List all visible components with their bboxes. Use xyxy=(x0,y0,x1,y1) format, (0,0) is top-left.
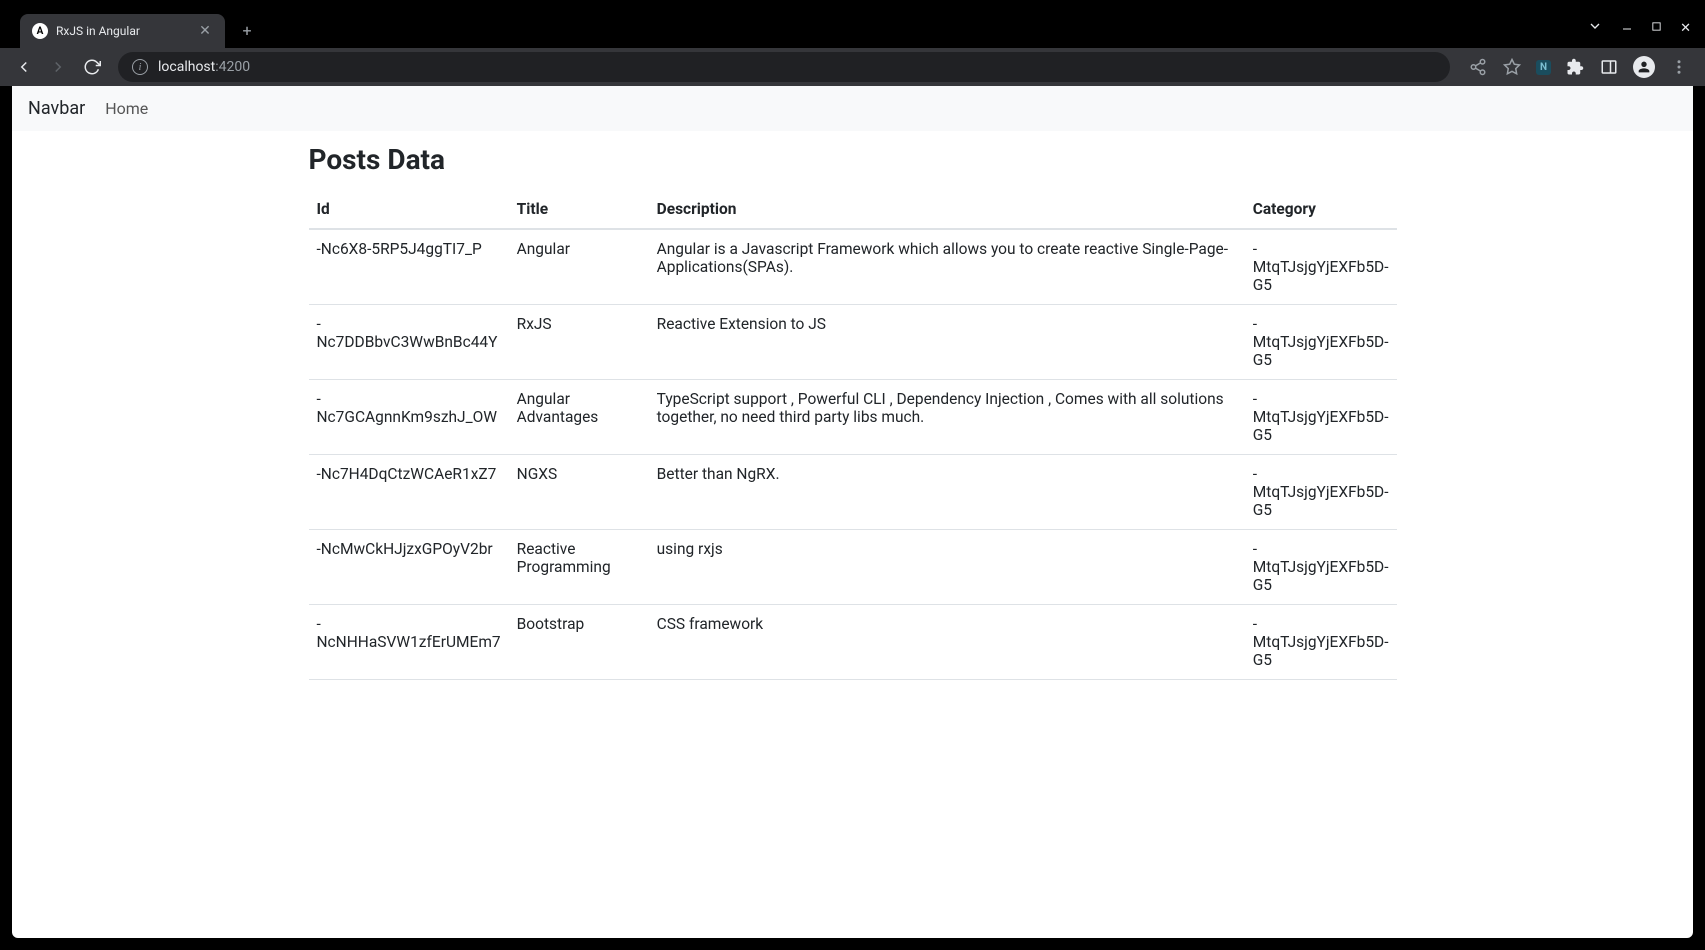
posts-table: Id Title Description Category -Nc6X8-5RP… xyxy=(309,190,1397,680)
chevron-down-icon[interactable] xyxy=(1587,18,1603,38)
close-window-icon[interactable]: ✕ xyxy=(1680,21,1691,36)
cell-id: -Nc7DDBbvC3WwBnBc44Y xyxy=(309,305,509,380)
cell-category: -MtqTJsjgYjEXFb5D-G5 xyxy=(1245,530,1397,605)
table-header-row: Id Title Description Category xyxy=(309,190,1397,229)
table-row: -Nc7GCAgnnKm9szhJ_OWAngular AdvantagesTy… xyxy=(309,380,1397,455)
header-title: Title xyxy=(509,190,649,229)
cell-category: -MtqTJsjgYjEXFb5D-G5 xyxy=(1245,380,1397,455)
share-icon[interactable] xyxy=(1468,57,1488,77)
minimize-icon[interactable] xyxy=(1621,20,1633,36)
navbar-brand[interactable]: Navbar xyxy=(28,98,85,119)
bookmark-icon[interactable] xyxy=(1502,57,1522,77)
cell-description: Reactive Extension to JS xyxy=(649,305,1245,380)
cell-description: using rxjs xyxy=(649,530,1245,605)
profile-avatar-icon[interactable] xyxy=(1633,56,1655,78)
url-text: localhost:4200 xyxy=(158,59,250,75)
back-button[interactable] xyxy=(10,53,38,81)
site-info-icon[interactable]: i xyxy=(132,59,148,75)
cell-title: NGXS xyxy=(509,455,649,530)
cell-category: -MtqTJsjgYjEXFb5D-G5 xyxy=(1245,455,1397,530)
header-id: Id xyxy=(309,190,509,229)
cell-title: RxJS xyxy=(509,305,649,380)
address-bar[interactable]: i localhost:4200 xyxy=(118,52,1450,82)
table-row: -NcNHHaSVW1zfErUMEm7BootstrapCSS framewo… xyxy=(309,605,1397,680)
cell-description: Angular is a Javascript Framework which … xyxy=(649,229,1245,305)
cell-id: -NcMwCkHJjzxGPOyV2br xyxy=(309,530,509,605)
cell-title: Angular xyxy=(509,229,649,305)
page-title: Posts Data xyxy=(309,143,1397,176)
reload-button[interactable] xyxy=(78,53,106,81)
extensions-icon[interactable] xyxy=(1565,57,1585,77)
extension-badge-icon[interactable]: N xyxy=(1536,60,1551,75)
nav-link-home[interactable]: Home xyxy=(105,99,148,118)
page-container: Posts Data Id Title Description Category… xyxy=(293,131,1413,692)
maximize-icon[interactable] xyxy=(1651,21,1662,36)
cell-title: Angular Advantages xyxy=(509,380,649,455)
table-row: -Nc7DDBbvC3WwBnBc44YRxJSReactive Extensi… xyxy=(309,305,1397,380)
cell-title: Bootstrap xyxy=(509,605,649,680)
navbar: Navbar Home xyxy=(12,86,1693,131)
close-tab-icon[interactable]: ✕ xyxy=(197,23,213,39)
cell-description: Better than NgRX. xyxy=(649,455,1245,530)
cell-id: -NcNHHaSVW1zfErUMEm7 xyxy=(309,605,509,680)
cell-category: -MtqTJsjgYjEXFb5D-G5 xyxy=(1245,605,1397,680)
cell-description: TypeScript support , Powerful CLI , Depe… xyxy=(649,380,1245,455)
tab-favicon-icon: A xyxy=(32,23,48,39)
cell-id: -Nc6X8-5RP5J4ggTI7_P xyxy=(309,229,509,305)
table-row: -Nc6X8-5RP5J4ggTI7_PAngularAngular is a … xyxy=(309,229,1397,305)
forward-button[interactable] xyxy=(44,53,72,81)
cell-id: -Nc7H4DqCtzWCAeR1xZ7 xyxy=(309,455,509,530)
menu-icon[interactable] xyxy=(1669,57,1689,77)
side-panel-icon[interactable] xyxy=(1599,57,1619,77)
table-row: -Nc7H4DqCtzWCAeR1xZ7NGXSBetter than NgRX… xyxy=(309,455,1397,530)
toolbar: i localhost:4200 N xyxy=(0,48,1705,86)
cell-id: -Nc7GCAgnnKm9szhJ_OW xyxy=(309,380,509,455)
tab-strip: A RxJS in Angular ✕ + ✕ xyxy=(0,12,1705,48)
tab-title: RxJS in Angular xyxy=(56,24,189,38)
table-row: -NcMwCkHJjzxGPOyV2brReactive Programming… xyxy=(309,530,1397,605)
cell-category: -MtqTJsjgYjEXFb5D-G5 xyxy=(1245,229,1397,305)
new-tab-button[interactable]: + xyxy=(237,21,257,40)
titlebar xyxy=(0,0,1705,12)
cell-description: CSS framework xyxy=(649,605,1245,680)
browser-window: A RxJS in Angular ✕ + ✕ xyxy=(0,0,1705,950)
viewport: Navbar Home Posts Data Id Title Descript… xyxy=(12,86,1693,938)
window-controls: ✕ xyxy=(1587,18,1691,38)
cell-title: Reactive Programming xyxy=(509,530,649,605)
browser-tab[interactable]: A RxJS in Angular ✕ xyxy=(20,14,225,48)
header-description: Description xyxy=(649,190,1245,229)
cell-category: -MtqTJsjgYjEXFb5D-G5 xyxy=(1245,305,1397,380)
toolbar-actions: N xyxy=(1462,56,1695,78)
header-category: Category xyxy=(1245,190,1397,229)
